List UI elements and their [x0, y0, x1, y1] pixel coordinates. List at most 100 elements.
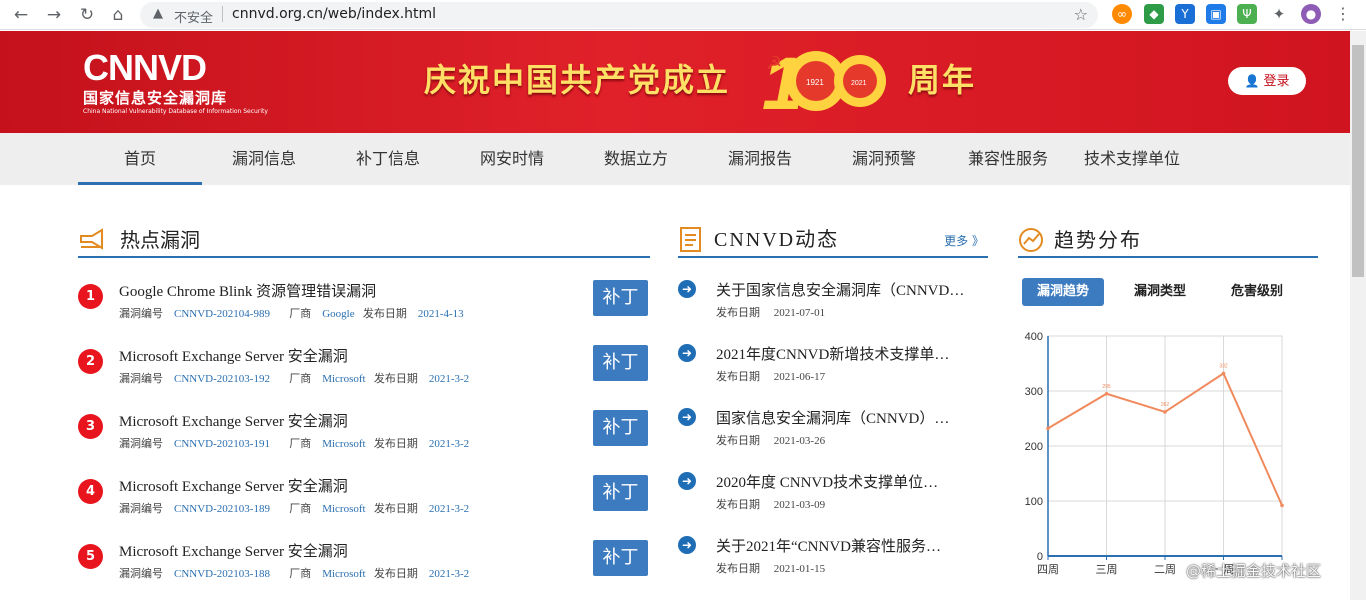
x-tick-label: 四周 — [1037, 563, 1059, 576]
user-icon: 👤 — [1244, 74, 1260, 88]
vuln-meta: 漏洞编号 CNNVD-202104-989 厂商 Google 发布日期 202… — [119, 308, 464, 320]
vuln-meta: 漏洞编号 CNNVD-202103-191 厂商 Microsoft 发布日期 … — [119, 438, 470, 450]
publish-date: 2021-3-2 — [428, 568, 470, 580]
menu-dots-icon[interactable]: ⋮ — [1333, 4, 1353, 24]
y-tick-label: 300 — [1025, 386, 1043, 398]
reload-icon[interactable]: ↻ — [76, 4, 98, 26]
back-icon[interactable]: ← — [10, 4, 32, 26]
address-bar[interactable]: ▲ 不安全 cnnvd.org.cn/web/index.html ☆ — [140, 2, 1098, 28]
rank-badge: 3 — [78, 414, 103, 439]
trend-chart-icon — [1019, 228, 1043, 252]
nav-item-patch-info[interactable]: 补丁信息 — [326, 133, 450, 185]
logo-chinese-name: 国家信息安全漏洞库 — [83, 89, 228, 107]
nav-item-vuln-report[interactable]: 漏洞报告 — [698, 133, 822, 185]
vuln-id[interactable]: CNNVD-202103-191 — [174, 438, 270, 450]
vuln-meta: 漏洞编号 CNNVD-202103-192 厂商 Microsoft 发布日期 … — [119, 373, 470, 385]
site-header: CNNVD 国家信息安全漏洞库 China National Vulnerabi… — [0, 31, 1350, 133]
extension-y-icon[interactable]: Y — [1175, 4, 1195, 24]
login-label: 登录 — [1263, 74, 1290, 89]
vendor[interactable]: Microsoft — [322, 503, 365, 515]
logo-mark: CNNVD — [83, 47, 207, 88]
data-point — [1046, 426, 1050, 431]
list-item: ➜ 关于2021年“CNNVD兼容性服务… 发布日期 2021-01-15 — [678, 535, 978, 581]
insecure-label[interactable]: 不安全 — [174, 7, 213, 26]
news-item-title[interactable]: 2021年度CNNVD新增技术支撑单… — [716, 343, 972, 364]
extension-window-icon[interactable]: ▣ — [1206, 4, 1226, 24]
rank-badge: 1 — [78, 284, 103, 309]
list-item: 5 Microsoft Exchange Server 安全漏洞 漏洞编号 CN… — [78, 540, 650, 590]
nav-item-security-news[interactable]: 网安时情 — [450, 133, 574, 185]
extensions-puzzle-icon[interactable]: ✦ — [1269, 4, 1289, 24]
home-icon[interactable]: ⌂ — [107, 4, 129, 26]
arrow-right-icon: ➜ — [678, 472, 696, 490]
data-point — [1163, 410, 1167, 414]
vuln-title[interactable]: Microsoft Exchange Server 安全漏洞 — [119, 410, 348, 431]
patch-button[interactable]: 补丁 — [593, 475, 648, 511]
rank-badge: 5 — [78, 544, 103, 569]
vuln-id[interactable]: CNNVD-202104-989 — [174, 308, 270, 320]
nav-item-vuln-warning[interactable]: 漏洞预警 — [822, 133, 946, 185]
y-tick-label: 100 — [1025, 496, 1043, 508]
extension-cube-icon[interactable]: ◆ — [1144, 4, 1164, 24]
profile-avatar[interactable]: ● — [1301, 4, 1321, 24]
nav-item-vuln-info[interactable]: 漏洞信息 — [202, 133, 326, 185]
tab-severity[interactable]: 危害级别 — [1216, 278, 1298, 306]
more-link[interactable]: 更多 》 — [944, 232, 984, 249]
y-tick-label: 400 — [1025, 331, 1043, 343]
patch-button[interactable]: 补丁 — [593, 410, 648, 446]
arrow-right-icon: ➜ — [678, 344, 696, 362]
patch-button[interactable]: 补丁 — [593, 345, 648, 381]
patch-button[interactable]: 补丁 — [593, 280, 648, 316]
news-item-date: 发布日期 2021-03-26 — [716, 435, 826, 447]
page-scrollbar[interactable] — [1350, 31, 1366, 600]
list-item: 4 Microsoft Exchange Server 安全漏洞 漏洞编号 CN… — [78, 475, 650, 525]
nav-item-home[interactable]: 首页 — [78, 133, 202, 185]
news-item-date: 发布日期 2021-01-15 — [716, 563, 826, 575]
list-item: 3 Microsoft Exchange Server 安全漏洞 漏洞编号 CN… — [78, 410, 650, 460]
publish-date: 2021-3-2 — [428, 438, 470, 450]
data-point — [1221, 371, 1226, 376]
vuln-id[interactable]: CNNVD-202103-188 — [174, 568, 270, 580]
vuln-title[interactable]: Microsoft Exchange Server 安全漏洞 — [119, 345, 348, 366]
extension-sprout-icon[interactable]: Ψ — [1237, 4, 1257, 24]
vuln-id[interactable]: CNNVD-202103-192 — [174, 373, 270, 385]
trend-header: 趋势分布 — [1018, 226, 1318, 258]
vendor[interactable]: Microsoft — [322, 438, 365, 450]
vendor[interactable]: Microsoft — [322, 568, 365, 580]
news-header: CNNVD动态 更多 》 — [678, 226, 988, 258]
warning-icon[interactable]: ▲ — [150, 6, 166, 22]
news-item-title[interactable]: 关于2021年“CNNVD兼容性服务… — [716, 535, 972, 556]
url-text[interactable]: cnnvd.org.cn/web/index.html — [232, 6, 436, 22]
vuln-title[interactable]: Microsoft Exchange Server 安全漏洞 — [119, 475, 348, 496]
extension-infinity-icon[interactable]: ∞ — [1112, 4, 1132, 24]
scrollbar-thumb[interactable] — [1352, 45, 1364, 277]
hot-vulns-title: 热点漏洞 — [120, 228, 200, 252]
vuln-title[interactable]: Google Chrome Blink 资源管理错误漏洞 — [119, 280, 376, 301]
nav-item-support-units[interactable]: 技术支撑单位 — [1070, 133, 1194, 185]
patch-button[interactable]: 补丁 — [593, 540, 648, 576]
arrow-right-icon: ➜ — [678, 280, 696, 298]
data-label: 332 — [1219, 363, 1228, 369]
x-tick-label: 二周 — [1154, 563, 1176, 576]
divider — [222, 6, 223, 22]
publish-date: 2021-3-2 — [428, 373, 470, 385]
vuln-id[interactable]: CNNVD-202103-189 — [174, 503, 270, 515]
cnnvd-logo[interactable]: CNNVD 国家信息安全漏洞库 China National Vulnerabi… — [83, 47, 268, 121]
forward-icon[interactable]: → — [43, 4, 65, 26]
document-icon — [680, 227, 701, 252]
tab-vuln-type[interactable]: 漏洞类型 — [1120, 278, 1200, 306]
bookmark-star-icon[interactable]: ☆ — [1074, 5, 1088, 24]
vuln-title[interactable]: Microsoft Exchange Server 安全漏洞 — [119, 540, 348, 561]
news-item-title[interactable]: 国家信息安全漏洞库（CNNVD）… — [716, 407, 972, 428]
login-button[interactable]: 👤 登录 — [1228, 67, 1306, 95]
news-item-title[interactable]: 关于国家信息安全漏洞库（CNNVD… — [716, 279, 972, 300]
nav-item-compat-service[interactable]: 兼容性服务 — [946, 133, 1070, 185]
y-tick-label: 0 — [1037, 551, 1043, 563]
vendor[interactable]: Google — [322, 308, 354, 320]
news-item-title[interactable]: 2020年度 CNNVD技术支撑单位… — [716, 471, 972, 492]
tab-vuln-trend[interactable]: 漏洞趋势 — [1022, 278, 1104, 306]
nav-item-data-cube[interactable]: 数据立方 — [574, 133, 698, 185]
browser-toolbar: ← → ↻ ⌂ ▲ 不安全 cnnvd.org.cn/web/index.htm… — [0, 0, 1366, 30]
vendor[interactable]: Microsoft — [322, 373, 365, 385]
rank-badge: 4 — [78, 479, 103, 504]
